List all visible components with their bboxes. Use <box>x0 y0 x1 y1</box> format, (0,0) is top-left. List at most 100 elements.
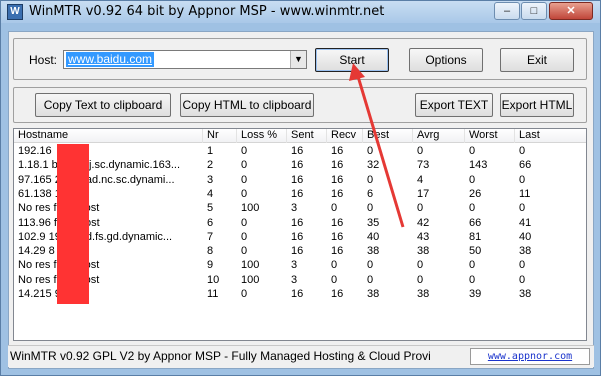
table-row[interactable]: 192.16 1 0 16 16 0 0 0 0 <box>14 144 586 158</box>
table-cell: 3 <box>291 273 298 286</box>
table-header: Hostname Nr Loss % Sent Recv Best Avrg W… <box>14 129 586 143</box>
table-cell: 0 <box>469 145 476 157</box>
column-last[interactable]: Last <box>515 129 586 143</box>
table-cell: 0 <box>367 202 374 215</box>
host-label: Host: <box>29 53 58 67</box>
table-cell: 14.215 9 <box>18 288 61 300</box>
table-cell: 61.138 1 <box>18 187 61 200</box>
table-cell: 16 <box>291 187 304 200</box>
table-cell: 0 <box>241 187 248 200</box>
table-cell: 42 <box>417 216 430 229</box>
column-hostname[interactable]: Hostname <box>14 129 203 143</box>
table-cell: 0 <box>417 259 424 272</box>
exit-button[interactable]: Exit <box>500 48 574 72</box>
table-cell: 9 <box>207 259 214 272</box>
client-area: Host: www.baidu.com ▼ Start Options Exit… <box>8 31 594 369</box>
table-cell: 8 <box>207 245 214 258</box>
export-text-button[interactable]: Export TEXT <box>415 93 493 117</box>
table-row[interactable]: No res from host 9 100 3 0 0 0 0 0 <box>14 258 586 272</box>
minimize-button[interactable]: – <box>494 2 520 20</box>
table-cell: 3 <box>207 173 214 186</box>
table-row[interactable]: 14.215 9 11 0 16 16 38 38 39 38 <box>14 287 586 301</box>
table-row[interactable]: 61.138 1 4 0 16 16 6 17 26 11 <box>14 187 586 201</box>
table-cell: 0 <box>241 288 248 300</box>
table-row[interactable]: No res from host 10 100 3 0 0 0 0 0 <box>14 273 586 287</box>
table-cell: 14.29 8 <box>18 245 55 258</box>
table-cell: 0 <box>241 145 248 157</box>
table-row[interactable]: 1.18.1 broad.nj.sc.dynamic.163... 2 0 16 16 3… <box>14 158 586 172</box>
table-cell: 16 <box>331 216 344 229</box>
app-icon: W <box>7 4 23 20</box>
table-cell: 3 <box>291 202 298 215</box>
table-cell: 0 <box>331 273 338 286</box>
table-cell: 97.165 22.broad.nc.sc.dynami... <box>18 173 175 186</box>
table-cell: 11 <box>519 187 531 200</box>
table-cell: 7 <box>207 230 214 243</box>
column-worst[interactable]: Worst <box>465 129 515 143</box>
column-best[interactable]: Best <box>363 129 413 143</box>
table-cell: 0 <box>469 273 476 286</box>
table-cell: 2 <box>207 159 214 172</box>
app-window: W WinMTR v0.92 64 bit by Appnor MSP - ww… <box>0 0 601 376</box>
column-nr[interactable]: Nr <box>203 129 237 143</box>
appnor-link[interactable]: www.appnor.com <box>470 348 590 365</box>
column-avrg[interactable]: Avrg <box>413 129 465 143</box>
table-cell: 10 <box>207 273 220 286</box>
table-cell: 0 <box>241 159 248 172</box>
table-row[interactable]: 102.9 19.broad.fs.gd.dynamic... 7 0 16 16 40 4… <box>14 230 586 244</box>
table-cell: 16 <box>291 288 304 300</box>
status-text: WinMTR v0.92 GPL V2 by Appnor MSP - Full… <box>10 349 431 363</box>
table-cell: 41 <box>519 216 532 229</box>
table-row[interactable]: 97.165 22.broad.nc.sc.dynami... 3 0 16 16 0 4 0… <box>14 173 586 187</box>
table-row[interactable]: 113.96 from host 6 0 16 16 35 42 66 41 <box>14 216 586 230</box>
table-cell: 0 <box>367 173 374 186</box>
table-cell: 0 <box>417 202 424 215</box>
table-cell: 0 <box>519 173 526 186</box>
table-cell: 0 <box>519 259 526 272</box>
export-html-button[interactable]: Export HTML <box>500 93 574 117</box>
table-cell: 16 <box>291 230 304 243</box>
table-cell: 0 <box>469 173 476 186</box>
table-cell: 6 <box>207 216 214 229</box>
maximize-button[interactable]: □ <box>521 2 547 20</box>
table-cell: 0 <box>241 230 248 243</box>
table-cell: 1 <box>207 145 214 157</box>
table-cell: 0 <box>241 216 248 229</box>
close-button[interactable]: ✕ <box>549 2 593 20</box>
column-loss[interactable]: Loss % <box>237 129 287 143</box>
table-cell: 38 <box>417 245 430 258</box>
copy-text-button[interactable]: Copy Text to clipboard <box>35 93 171 117</box>
host-combobox[interactable]: www.baidu.com ▼ <box>63 50 307 69</box>
copy-html-button[interactable]: Copy HTML to clipboard <box>180 93 314 117</box>
table-row[interactable]: No res from host 5 100 3 0 0 0 0 0 <box>14 201 586 215</box>
table-cell: 43 <box>417 230 430 243</box>
table-cell: 11 <box>207 288 219 300</box>
table-row[interactable]: 14.29 8 8 0 16 16 38 38 50 38 <box>14 244 586 258</box>
table-cell: 16 <box>331 187 344 200</box>
table-cell: 38 <box>417 288 430 300</box>
table-cell: 3 <box>291 259 298 272</box>
results-table[interactable]: Hostname Nr Loss % Sent Recv Best Avrg W… <box>13 128 587 341</box>
table-cell: 0 <box>331 202 338 215</box>
options-button[interactable]: Options <box>409 48 483 72</box>
table-cell: 16 <box>291 145 304 157</box>
table-cell: 50 <box>469 245 482 258</box>
table-cell: No res from host <box>18 273 99 286</box>
table-cell: 16 <box>291 159 304 172</box>
table-cell: 16 <box>291 173 304 186</box>
host-input-value[interactable]: www.baidu.com <box>66 52 155 67</box>
table-cell: 0 <box>519 273 526 286</box>
table-cell: 17 <box>417 187 430 200</box>
chevron-down-icon[interactable]: ▼ <box>290 51 306 68</box>
table-cell: 26 <box>469 187 482 200</box>
column-recv[interactable]: Recv <box>327 129 363 143</box>
window-title: WinMTR v0.92 64 bit by Appnor MSP - www.… <box>29 4 385 19</box>
table-cell: 5 <box>207 202 214 215</box>
table-cell: 16 <box>331 145 344 157</box>
column-sent[interactable]: Sent <box>287 129 327 143</box>
table-cell: 38 <box>367 245 380 258</box>
table-cell: 66 <box>519 159 532 172</box>
start-button[interactable]: Start <box>315 48 389 72</box>
table-cell: 100 <box>241 273 260 286</box>
title-bar[interactable]: W WinMTR v0.92 64 bit by Appnor MSP - ww… <box>1 1 600 23</box>
